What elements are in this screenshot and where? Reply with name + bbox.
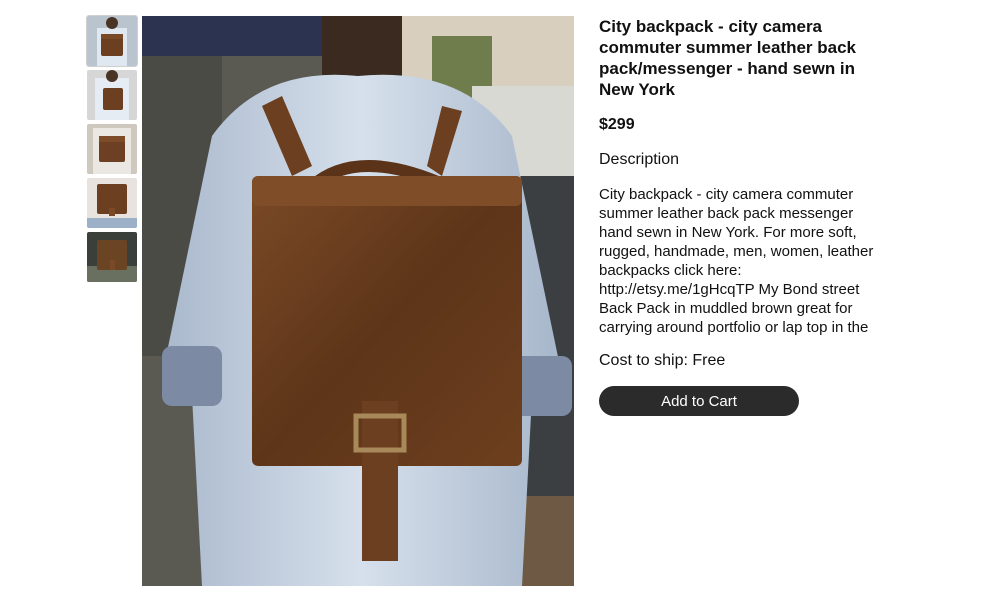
- product-details: City backpack - city camera commuter sum…: [599, 16, 879, 416]
- main-product-image[interactable]: [142, 16, 574, 586]
- description-heading: Description: [599, 151, 680, 168]
- thumbnail-1-image: [87, 16, 137, 66]
- thumbnail-5-image: [87, 232, 137, 282]
- thumbnail-1[interactable]: [86, 15, 138, 67]
- thumbnail-4-image: [87, 178, 137, 228]
- thumbnail-strip: [86, 15, 138, 286]
- thumbnail-4[interactable]: [87, 178, 137, 228]
- thumbnail-3[interactable]: [87, 124, 137, 174]
- backpack-photo: [142, 16, 574, 586]
- product-page: City backpack - city camera commuter sum…: [0, 0, 1000, 600]
- thumbnail-2[interactable]: [87, 70, 137, 120]
- product-price: $299: [599, 116, 635, 133]
- product-title: City backpack - city camera commuter sum…: [599, 17, 856, 99]
- description-text[interactable]: City backpack - city camera commuter sum…: [599, 185, 879, 337]
- thumbnail-3-image: [87, 124, 137, 174]
- shipping-cost: Cost to ship: Free: [599, 352, 726, 369]
- thumbnail-2-image: [87, 70, 137, 120]
- add-to-cart-button[interactable]: Add to Cart: [599, 386, 799, 416]
- thumbnail-5[interactable]: [87, 232, 137, 282]
